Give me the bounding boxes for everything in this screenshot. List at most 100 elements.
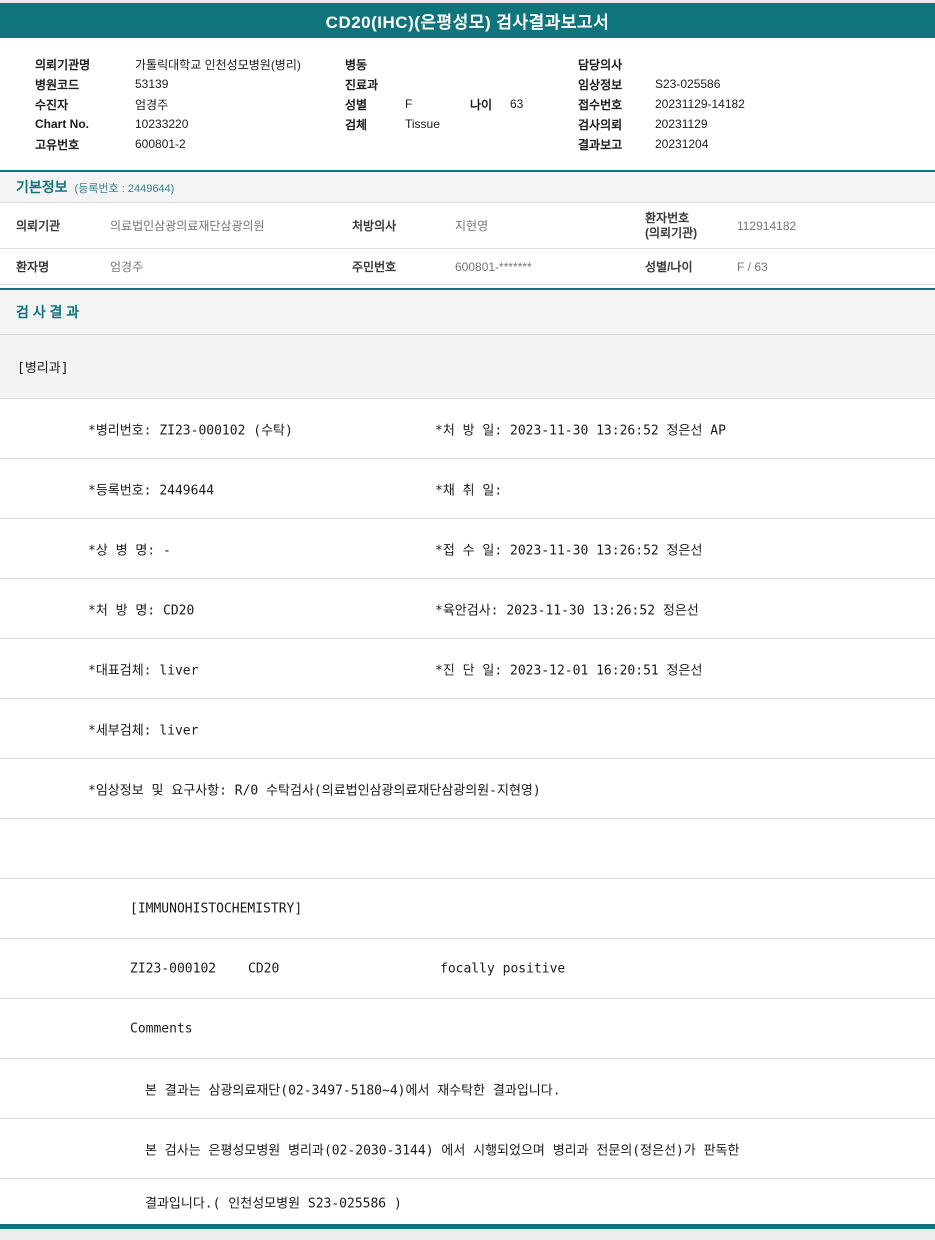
department-label: [병리과] <box>17 361 69 376</box>
basic-info-table: 의뢰기관 의료법인삼광의료재단삼광의원 처방의사 지현영 환자번호 (의뢰기관) … <box>0 203 935 285</box>
detail-row-order-name: *처 방 명: CD20 *육안검사: 2023-11-30 13:26:52 … <box>0 579 935 639</box>
header-field-report-date: 결과보고 20231204 <box>578 134 745 154</box>
header-column-middle: 병동 진료과 성별 F 나이 63 검체 Tissue <box>345 54 523 134</box>
field-label: 임상정보 <box>578 77 623 92</box>
header-field-chart-no: Chart No. 10233220 <box>35 114 301 134</box>
field-label: 담당의사 <box>578 57 623 72</box>
resident-no-value: 600801-******* <box>455 259 532 274</box>
detail-left: *등록번호: 2449644 <box>88 483 215 498</box>
field-label: 나이 <box>470 97 493 112</box>
comment-row: 본 검사는 은평성모병원 병리과(02-2030-3144) 에서 시행되었으며… <box>0 1119 935 1179</box>
comment-row: 본 결과는 삼광의료재단(02-3497-5180~4)에서 재수탁한 결과입니… <box>0 1059 935 1119</box>
results-section-header: 검 사 결 과 <box>0 288 935 335</box>
detail-right: *접 수 일: 2023-11-30 13:26:52 정은선 <box>435 543 703 558</box>
detail-row-registration-no: *등록번호: 2449644 *채 취 일: <box>0 459 935 519</box>
header-field-sex-age: 성별 F 나이 63 <box>345 94 523 114</box>
detail-row-diagnosis-name: *상 병 명: - *접 수 일: 2023-11-30 13:26:52 정은… <box>0 519 935 579</box>
field-value: 가톨릭대학교 인천성모병원(병리) <box>135 57 301 72</box>
header-field-patient: 수진자 엄경주 <box>35 94 301 114</box>
sex-age-value: F / 63 <box>737 259 768 274</box>
field-value: 엄경주 <box>135 97 169 112</box>
patient-name-value: 엄경주 <box>110 260 144 274</box>
header-field-ward: 병동 <box>345 54 523 74</box>
table-row: 환자명 엄경주 주민번호 600801-******* 성별/나이 F / 63 <box>0 249 935 285</box>
detail-row-main-specimen: *대표검체: liver *진 단 일: 2023-12-01 16:20:51… <box>0 639 935 699</box>
field-value: 20231129 <box>655 117 708 131</box>
ihc-header-row: [IMMUNOHISTOCHEMISTRY] <box>0 879 935 939</box>
prescribing-doctor-label: 처방의사 <box>352 219 397 233</box>
header-field-clinical-info: 임상정보 S23-025586 <box>578 74 745 94</box>
detail-left: *대표검체: liver <box>88 663 199 678</box>
header-field-department: 진료과 <box>345 74 523 94</box>
comments-label: Comments <box>130 1021 193 1036</box>
table-row: 의뢰기관 의료법인삼광의료재단삼광의원 처방의사 지현영 환자번호 (의뢰기관) … <box>0 203 935 249</box>
header-field-hospital-code: 병원코드 53139 <box>35 74 301 94</box>
patient-id-label-line2: (의뢰기관) <box>645 225 698 240</box>
field-label: 병원코드 <box>35 77 80 92</box>
detail-right: *진 단 일: 2023-12-01 16:20:51 정은선 <box>435 663 703 678</box>
patient-id-value: 112914182 <box>737 218 797 233</box>
field-value: 20231204 <box>655 137 709 151</box>
detail-right: *채 취 일: <box>435 483 503 498</box>
referring-org-value: 의료법인삼광의료재단삼광의원 <box>110 219 265 233</box>
prescribing-doctor-value: 지현영 <box>455 219 489 233</box>
field-label: 수진자 <box>35 97 69 112</box>
field-value: F <box>405 97 413 111</box>
field-label: 검사의뢰 <box>578 117 623 132</box>
field-label: 병동 <box>345 57 368 72</box>
header-column-left: 의뢰기관명 가톨릭대학교 인천성모병원(병리) 병원코드 53139 수진자 엄… <box>35 54 301 154</box>
section-title: 검 사 결 과 <box>16 304 80 320</box>
detail-left: *상 병 명: - <box>88 543 171 558</box>
ihc-section-label: [IMMUNOHISTOCHEMISTRY] <box>130 901 303 916</box>
detail-left: *병리번호: ZI23-000102 (수탁) <box>88 423 293 438</box>
resident-no-label: 주민번호 <box>352 260 397 274</box>
detail-right: *육안검사: 2023-11-30 13:26:52 정은선 <box>435 603 699 618</box>
referring-org-label: 의뢰기관 <box>16 219 61 233</box>
basic-info-section-header: 기본정보 (등록번호 : 2449644) <box>0 170 935 203</box>
report-title-bar: CD20(IHC)(은평성모) 검사결과보고서 <box>0 3 935 38</box>
results-body: *병리번호: ZI23-000102 (수탁) *처 방 일: 2023-11-… <box>0 399 935 1224</box>
field-label: 의뢰기관명 <box>35 57 91 72</box>
field-value: 600801-2 <box>135 137 186 151</box>
header-field-request-date: 검사의뢰 20231129 <box>578 114 745 134</box>
patient-id-label: 환자번호 (의뢰기관) <box>645 211 737 241</box>
header-field-receipt-no: 접수번호 20231129-14182 <box>578 94 745 114</box>
header-field-specimen: 검체 Tissue <box>345 114 523 134</box>
field-value: 63 <box>510 97 524 111</box>
registration-note: (등록번호 : 2449644) <box>74 183 175 195</box>
field-label: 성별 <box>345 97 368 112</box>
field-value: 10233220 <box>135 117 189 131</box>
field-label: Chart No. <box>35 117 89 131</box>
field-label: 검체 <box>345 117 368 132</box>
patient-id-label-line1: 환자번호 <box>645 210 690 225</box>
result-test-name: CD20 <box>248 961 280 976</box>
detail-row-clinical-request: *임상정보 및 요구사항: R/0 수탁검사(의료법인삼광의료재단삼광의원-지현… <box>0 759 935 819</box>
sex-age-label: 성별/나이 <box>645 260 693 274</box>
detail-row-pathology-no: *병리번호: ZI23-000102 (수탁) *처 방 일: 2023-11-… <box>0 399 935 459</box>
comments-header-row: Comments <box>0 999 935 1059</box>
detail-right: *처 방 일: 2023-11-30 13:26:52 정은선 AP <box>435 423 726 438</box>
detail-left: *처 방 명: CD20 <box>88 603 195 618</box>
patient-header: 의뢰기관명 가톨릭대학교 인천성모병원(병리) 병원코드 53139 수진자 엄… <box>0 38 935 170</box>
result-code: ZI23-000102 <box>130 961 217 976</box>
comment-line: 본 결과는 삼광의료재단(02-3497-5180~4)에서 재수탁한 결과입니… <box>145 1083 561 1098</box>
section-title: 기본정보 <box>16 179 68 195</box>
detail-row-sub-specimen: *세부검체: liver <box>0 699 935 759</box>
field-value: Tissue <box>405 117 440 131</box>
header-field-unique-no: 고유번호 600801-2 <box>35 134 301 154</box>
field-label: 접수번호 <box>578 97 623 112</box>
report-page: CD20(IHC)(은평성모) 검사결과보고서 의뢰기관명 가톨릭대학교 인천성… <box>0 0 935 1240</box>
comment-line: 결과입니다.( 인천성모병원 S23-025586 ) <box>145 1196 402 1211</box>
field-value: 20231129-14182 <box>655 97 745 111</box>
detail-left: *세부검체: liver <box>88 723 199 738</box>
field-value: 53139 <box>135 77 169 91</box>
field-label: 결과보고 <box>578 137 623 152</box>
department-row: [병리과] <box>0 335 935 399</box>
result-value: focally positive <box>440 961 566 976</box>
header-field-attending-doctor: 담당의사 <box>578 54 745 74</box>
detail-left: *임상정보 및 요구사항: R/0 수탁검사(의료법인삼광의료재단삼광의원-지현… <box>88 783 541 798</box>
patient-name-label: 환자명 <box>16 260 50 274</box>
field-label: 고유번호 <box>35 137 80 152</box>
report-title: CD20(IHC)(은평성모) 검사결과보고서 <box>325 13 610 32</box>
field-label: 진료과 <box>345 77 379 92</box>
